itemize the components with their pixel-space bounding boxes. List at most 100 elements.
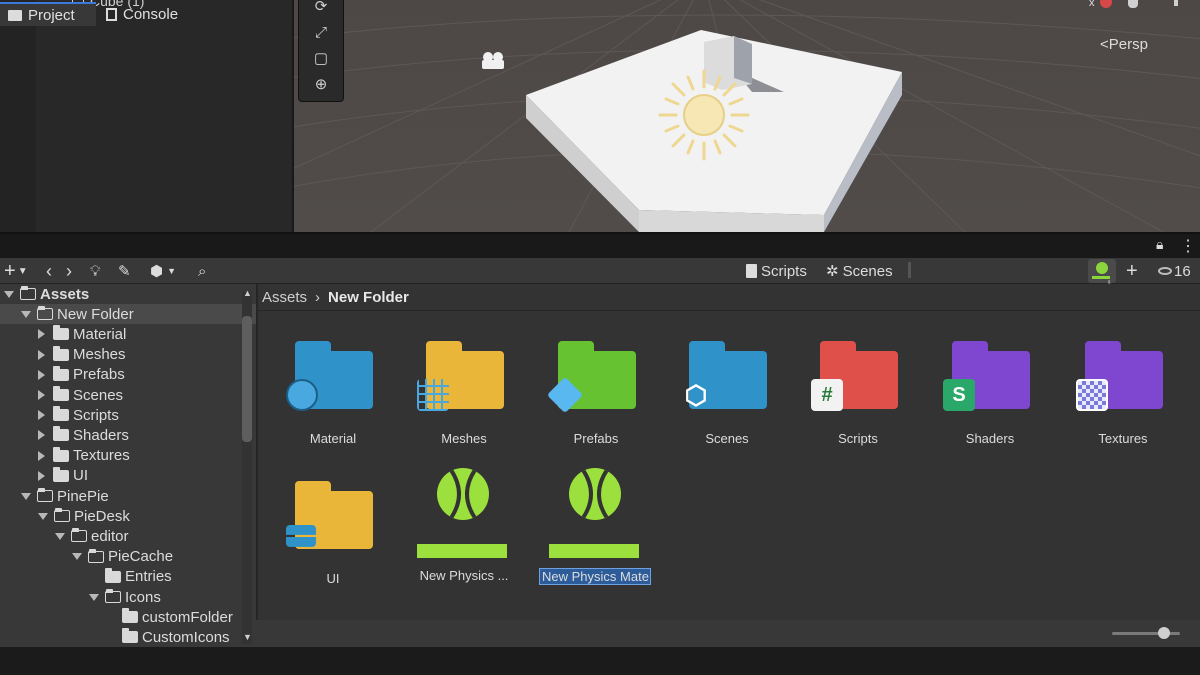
asset-label[interactable]: New Physics Mate xyxy=(539,568,651,585)
chevron-down-icon[interactable] xyxy=(72,553,82,561)
breadcrumb-current[interactable]: New Folder xyxy=(328,289,409,306)
chevron-right-icon[interactable] xyxy=(38,410,45,421)
panel-tab-bar xyxy=(0,232,1200,258)
folder-icon xyxy=(122,608,138,624)
tree-item[interactable]: Assets xyxy=(0,284,244,304)
chevron-right-icon[interactable] xyxy=(38,390,45,400)
folder-icon xyxy=(88,548,104,563)
breadcrumb-divider xyxy=(256,310,1200,311)
scene-canvas: x xyxy=(294,0,1200,232)
search-icon[interactable]: ⌕ xyxy=(198,258,206,284)
scale-tool-icon[interactable]: ⤢ xyxy=(305,21,337,43)
asset-label: Scenes xyxy=(705,431,749,446)
tree-scrollbar-thumb[interactable] xyxy=(242,316,252,442)
projection-toggle[interactable]: <Persp xyxy=(1100,36,1148,53)
tree-item-label: CustomIcons xyxy=(142,628,230,646)
tab-project[interactable]: Project xyxy=(0,2,96,26)
chevron-right-icon[interactable] xyxy=(38,470,45,481)
unity-icon: ✲ xyxy=(826,263,839,280)
chevron-down-icon[interactable] xyxy=(4,290,14,298)
light-gizmo-icon[interactable] xyxy=(658,69,750,161)
tree-item[interactable]: PieDesk xyxy=(0,506,278,526)
tab-console[interactable]: Console xyxy=(98,2,198,26)
transform-tool-icon[interactable]: ⊕ xyxy=(305,73,337,95)
package-filter-button[interactable]: ⬢ ▼ xyxy=(150,258,176,284)
folder-icon xyxy=(105,589,121,603)
asset-folder[interactable]: Textures xyxy=(1058,333,1188,449)
tree-item[interactable]: PinePie xyxy=(0,486,261,506)
folder-icon xyxy=(53,345,69,361)
scene-view[interactable]: x xyxy=(292,0,1200,232)
tree-item[interactable]: Meshes xyxy=(0,345,278,365)
tree-item[interactable]: Shaders xyxy=(0,425,278,445)
grid-icon xyxy=(417,379,449,411)
asset-folder[interactable]: Material xyxy=(268,333,398,449)
unity-icon: ⬢ xyxy=(150,263,164,280)
back-button[interactable]: ‹ xyxy=(46,258,52,284)
hash-icon: # xyxy=(811,379,843,411)
add-button[interactable]: + xyxy=(1126,258,1138,284)
chevron-right-icon[interactable] xyxy=(38,349,45,360)
tree-item-label: PinePie xyxy=(57,487,109,505)
hierarchy-panel xyxy=(0,0,292,232)
create-button[interactable]: + ▼ xyxy=(4,258,28,284)
more-options-icon[interactable]: ⋮ xyxy=(1180,236,1196,256)
scroll-up-icon[interactable]: ▲ xyxy=(243,288,252,298)
tree-item[interactable]: Prefabs xyxy=(0,365,278,385)
asset-label: Shaders xyxy=(965,431,1015,446)
tab-project-label: Project xyxy=(28,6,75,24)
chevron-down-icon[interactable] xyxy=(55,532,65,540)
tree-item-label: Icons xyxy=(125,588,161,606)
asset-folder[interactable]: ⬡ Scenes xyxy=(662,333,792,449)
scroll-down-icon[interactable]: ▼ xyxy=(243,632,252,642)
asset-folder[interactable]: # Scripts xyxy=(793,333,923,449)
tree-item-label: New Folder xyxy=(57,305,134,323)
chevron-down-icon[interactable] xyxy=(89,593,99,601)
folder-icon xyxy=(53,406,69,422)
toolbar-divider xyxy=(908,262,911,278)
folder-icon xyxy=(122,628,138,644)
rect-tool-icon[interactable]: ▢ xyxy=(305,47,337,69)
chevron-right-icon[interactable] xyxy=(38,450,45,461)
lock-icon[interactable]: 🔒︎ xyxy=(1156,236,1163,253)
hierarchy-gutter xyxy=(0,0,36,232)
plus-icon: + xyxy=(4,259,16,282)
tree-item[interactable]: New Folder xyxy=(0,304,261,325)
chevron-down-icon[interactable] xyxy=(21,310,31,318)
visibility-count[interactable]: 16 xyxy=(1158,258,1191,284)
breadcrumb-root[interactable]: Assets xyxy=(262,289,307,306)
edit-icon[interactable]: ✎ xyxy=(118,258,131,284)
tree-item[interactable]: UI xyxy=(0,466,278,486)
asset-folder[interactable]: Meshes xyxy=(399,333,529,449)
lightbulb-icon[interactable]: 💡︎ xyxy=(90,258,101,284)
tree-item-label: customFolder xyxy=(142,608,233,626)
physics-material-asset[interactable]: New Physics Mate xyxy=(531,466,661,586)
persp-chevron-icon: < xyxy=(1100,36,1109,53)
asset-folder[interactable]: Prefabs xyxy=(531,333,661,449)
chevron-right-icon[interactable] xyxy=(38,329,45,340)
rotate-tool-icon[interactable]: ⟳ xyxy=(305,0,337,17)
tree-item[interactable]: Textures xyxy=(0,446,278,466)
asset-label: Meshes xyxy=(441,431,487,446)
physics-material-asset[interactable]: New Physics ... xyxy=(399,466,529,586)
asset-footer xyxy=(256,620,1200,647)
tree-item[interactable]: Scripts xyxy=(0,405,278,425)
chevron-down-icon[interactable] xyxy=(21,492,31,500)
asset-label: Material xyxy=(309,431,357,446)
tree-item-label: PieDesk xyxy=(74,507,130,525)
tree-item[interactable]: Material xyxy=(0,324,278,344)
chevron-right-icon[interactable] xyxy=(38,369,45,380)
asset-folder[interactable]: S Shaders xyxy=(925,333,1055,449)
forward-button[interactable]: › xyxy=(66,258,72,284)
folder-icon xyxy=(53,365,69,381)
icon-size-slider-knob[interactable] xyxy=(1158,627,1170,639)
chevron-down-icon[interactable] xyxy=(38,512,48,520)
scenes-filter[interactable]: ✲ Scenes xyxy=(826,258,893,284)
ui-layout-icon xyxy=(286,525,316,547)
eye-icon xyxy=(1158,267,1172,275)
tree-item[interactable]: Scenes xyxy=(0,385,278,405)
asset-folder[interactable]: UI xyxy=(268,473,398,589)
scripts-filter[interactable]: Scripts xyxy=(746,258,807,284)
tree-item-label: UI xyxy=(73,467,88,485)
chevron-right-icon[interactable] xyxy=(38,430,45,441)
